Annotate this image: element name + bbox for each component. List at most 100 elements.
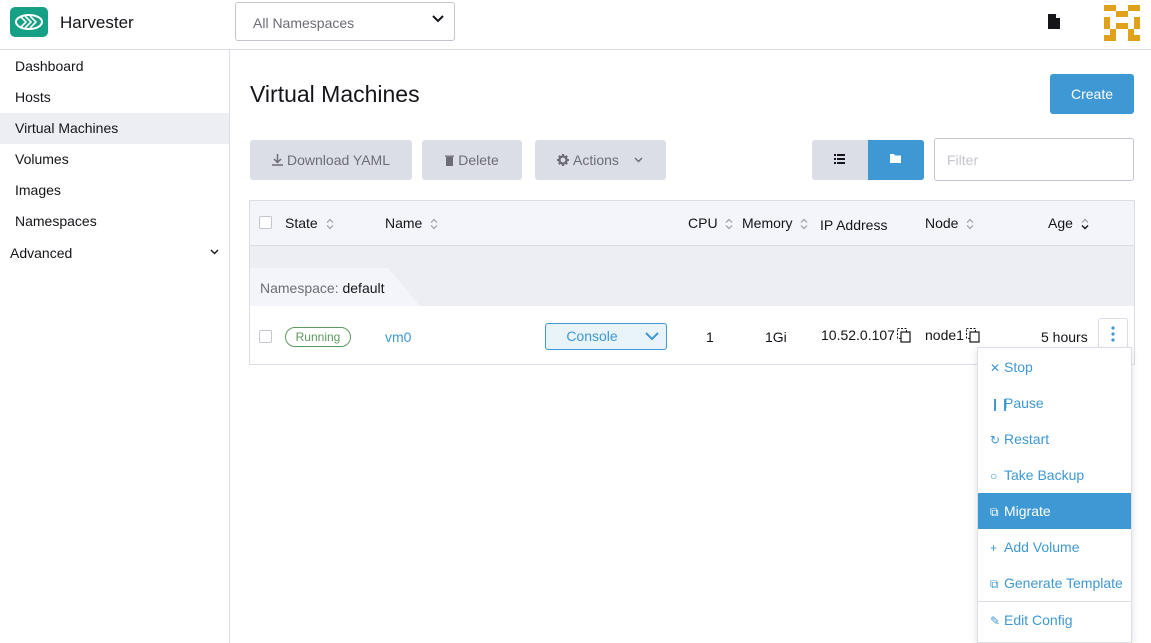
sidebar-item-hosts[interactable]: Hosts [0,82,229,113]
column-ip-address: IP Address [820,217,888,233]
row-actions-menu: ✕ Stop ❙❙Pause ↻ Restart ○ Take Backup ⧉ Mig… [977,347,1132,643]
filter-input[interactable] [947,152,1127,168]
page-title: Virtual Machines [250,81,420,107]
column-cpu-label: CPU [688,215,718,231]
sort-icon [966,218,974,230]
vm-table: State Name CPU Memory IP Address Node Ag… [249,200,1135,365]
column-state-label: State [285,215,318,231]
sidebar-item-namespaces[interactable]: Namespaces [0,206,229,237]
filter-field[interactable] [934,138,1134,181]
column-name[interactable]: Name [385,215,438,231]
menu-item-label: Restart [1004,431,1050,447]
column-node[interactable]: Node [925,215,974,231]
sort-icon [726,218,733,230]
group-by-namespace-button[interactable] [868,140,924,180]
column-cpu[interactable]: CPU [688,215,733,231]
console-button[interactable]: Console [545,323,667,350]
ip-address-value: 10.52.0.107 [821,327,895,343]
menu-item-take-backup[interactable]: ○ Take Backup [978,457,1131,493]
top-header: Harvester All Namespaces [0,0,1151,50]
column-age[interactable]: Age [1048,215,1089,231]
table-header: State Name CPU Memory IP Address Node Ag… [250,201,1134,246]
chevron-down-icon [210,249,219,255]
actions-label: Actions [573,152,619,168]
pencil-icon: ✎ [990,614,1001,628]
column-memory-label: Memory [742,215,793,231]
row-actions-button[interactable] [1098,318,1128,348]
menu-item-migrate[interactable]: ⧉ Migrate [978,493,1131,529]
download-yaml-label: Download YAML [287,152,390,168]
sort-icon [430,218,438,230]
migrate-icon: ⧉ [990,505,999,519]
namespace-group-header: Namespace: default [250,246,1134,306]
harvester-logo[interactable] [10,7,48,37]
brand-name: Harvester [60,13,134,32]
cpu-value: 1 [706,329,714,345]
template-icon: ⧉ [990,577,999,591]
column-age-label: Age [1048,215,1073,231]
namespace-select-value: All Namespaces [253,15,355,31]
status-badge: Running [285,327,351,347]
namespace-group-prefix: Namespace: [260,280,339,296]
kebab-menu-icon [1111,326,1115,342]
folder-icon [890,154,901,163]
sidebar-group-advanced[interactable]: Advanced [0,237,229,269]
copy-icon[interactable] [896,328,911,343]
row-checkbox[interactable] [259,330,272,343]
menu-item-edit-config[interactable]: ✎ Edit Config [978,602,1131,638]
sidebar-item-volumes[interactable]: Volumes [0,144,229,175]
sort-desc-icon [1081,218,1089,230]
menu-item-stop[interactable]: ✕ Stop [978,349,1131,385]
actions-button[interactable]: Actions [535,140,666,180]
plus-icon: + [990,541,998,555]
menu-item-add-volume[interactable]: + Add Volume [978,529,1131,565]
menu-item-label: Migrate [1004,503,1051,519]
console-label: Console [566,328,618,344]
download-icon [272,154,283,166]
list-icon [834,154,845,164]
namespace-select[interactable]: All Namespaces [235,2,455,41]
menu-item-label: Take Backup [1004,467,1085,483]
trash-icon [445,155,455,166]
age-value: 5 hours [1041,329,1088,345]
column-memory[interactable]: Memory [742,215,808,231]
select-all-checkbox[interactable] [259,216,272,229]
menu-item-restart[interactable]: ↻ Restart [978,421,1131,457]
sidebar-item-images[interactable]: Images [0,175,229,206]
menu-item-label: Add Volume [1004,539,1080,555]
menu-item-label: Pause [1004,395,1044,411]
namespace-group-label: Namespace: default [260,280,385,296]
sidebar-item-virtual-machines[interactable]: Virtual Machines [0,113,229,144]
pause-icon: ❙❙ [990,397,1011,411]
gear-icon [557,154,569,166]
sort-icon [801,218,808,230]
list-view-button[interactable] [812,140,868,180]
menu-item-pause[interactable]: ❙❙Pause [978,385,1131,421]
vm-name-link[interactable]: vm0 [385,329,411,345]
chevron-down-icon [432,15,444,23]
namespace-group-name: default [342,280,385,296]
sidebar: Dashboard Hosts Virtual Machines Volumes… [0,50,230,643]
menu-item-generate-template[interactable]: ⧉ Generate Template [978,565,1131,601]
node-cell: node1 [925,327,980,343]
delete-button[interactable]: Delete [422,140,522,180]
delete-label: Delete [458,152,499,168]
column-state[interactable]: State [285,215,334,231]
avatar[interactable] [1104,5,1140,41]
column-name-label: Name [385,215,423,231]
backup-icon: ○ [990,469,998,483]
chevron-down-icon[interactable] [645,332,659,340]
copy-icon[interactable] [965,328,980,343]
file-icon[interactable] [1048,14,1060,29]
create-button[interactable]: Create [1050,74,1134,114]
menu-item-label: Stop [1004,359,1033,375]
sidebar-item-dashboard[interactable]: Dashboard [0,51,229,82]
close-icon: ✕ [990,361,1001,375]
harvester-logo-icon [15,14,43,30]
sort-icon [326,218,334,230]
menu-item-label: Edit Config [1004,612,1073,628]
refresh-icon: ↻ [990,433,1001,447]
menu-item-label: Generate Template [1004,575,1123,591]
download-yaml-button[interactable]: Download YAML [250,140,412,180]
memory-value: 1Gi [765,329,787,345]
